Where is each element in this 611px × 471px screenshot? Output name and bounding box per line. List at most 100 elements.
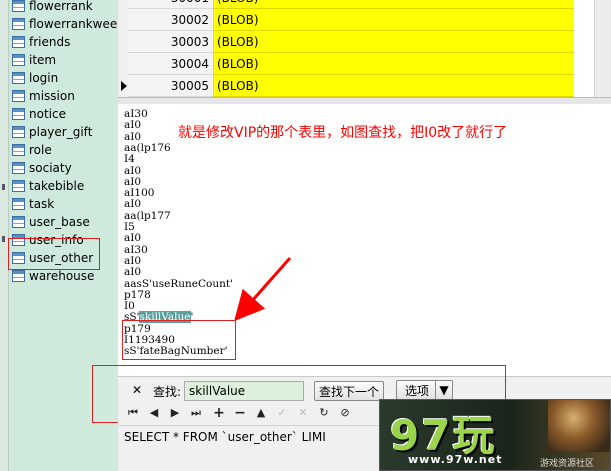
table-row[interactable]: 30005 (BLOB) xyxy=(118,75,611,98)
grid-vertical-scrollbar[interactable] xyxy=(594,0,611,97)
cancel-icon[interactable]: ✕ xyxy=(294,404,312,422)
tree-item-login[interactable]: login xyxy=(12,69,58,87)
editor-line-text: p178 xyxy=(124,288,151,301)
id-cell[interactable]: 30003 xyxy=(128,31,214,53)
tree-item-label: notice xyxy=(29,107,66,121)
editor-line-text: aI30 xyxy=(124,243,148,256)
tree-item-role[interactable]: role xyxy=(12,141,52,159)
blob-cell[interactable]: (BLOB) xyxy=(214,31,574,53)
editor-line-text: aI0 xyxy=(124,266,142,279)
stop-icon[interactable]: ⊘ xyxy=(336,404,354,422)
tree-item-task[interactable]: task xyxy=(12,195,54,213)
tree-item-label: player_gift xyxy=(29,125,93,139)
editor-line: aa(lp177 xyxy=(124,210,171,222)
tree-item-label: login xyxy=(29,71,59,85)
editor-line: aI0 xyxy=(124,176,141,188)
tree-item-flowerrankwee[interactable]: flowerrankwee xyxy=(12,15,117,33)
id-cell[interactable]: 30005 xyxy=(128,75,214,97)
tree-item-player_gift[interactable]: player_gift xyxy=(12,123,92,141)
editor-line-text: I5 xyxy=(124,221,135,233)
editor-line-text: aI0 xyxy=(124,198,142,211)
skillvalue-highlight-box xyxy=(122,320,236,360)
editor-line-text: aI30 xyxy=(124,108,148,120)
editor-line: aI100 xyxy=(124,187,154,199)
editor-line-text: aa(lp176 xyxy=(124,141,171,154)
user-other-highlight-box xyxy=(8,238,100,270)
tree-item-item[interactable]: item xyxy=(12,51,56,69)
tree-item-user_base[interactable]: user_base xyxy=(12,213,90,231)
editor-line-text: aI0 xyxy=(124,232,142,245)
editor-line-text: aI0 xyxy=(124,119,142,132)
tree-item-notice[interactable]: notice xyxy=(12,105,66,123)
blob-cell[interactable]: (BLOB) xyxy=(214,53,574,75)
table-icon xyxy=(12,72,25,84)
previous-record-icon[interactable]: ◀ xyxy=(145,404,163,422)
tree-item-label: flowerrankwee xyxy=(29,17,118,31)
tree-item-label: item xyxy=(29,53,57,67)
editor-line: aI0 xyxy=(124,255,141,267)
editor-line-text: I4 xyxy=(124,153,135,166)
tree-item-label: flowerrank xyxy=(29,0,93,13)
table-icon xyxy=(12,18,25,30)
editor-line-text: aasS'useRuneCount' xyxy=(124,277,233,290)
table-row[interactable]: 30003 (BLOB) xyxy=(118,31,611,54)
result-grid: 30001(BLOB)30002(BLOB)30003(BLOB)30004(B… xyxy=(118,0,611,98)
table-icon xyxy=(12,198,25,210)
editor-line-text: aI0 xyxy=(124,175,142,188)
tree-item-label: takebible xyxy=(29,179,85,193)
tree-item-flowerrank[interactable]: flowerrank xyxy=(12,0,93,15)
site-logo: 97玩 www.97w.net 游戏资源社区 xyxy=(379,399,611,471)
editor-line: I0 xyxy=(124,300,135,312)
tree-item-sociaty[interactable]: sociaty xyxy=(12,159,72,177)
editor-line: I4 xyxy=(124,153,135,165)
tree-item-label: user_base xyxy=(29,215,90,229)
tree-item-label: task xyxy=(29,197,55,211)
blob-cell[interactable]: (BLOB) xyxy=(214,0,574,9)
last-record-icon[interactable]: ⏭ xyxy=(187,404,205,422)
editor-line-text: aI0 xyxy=(124,164,142,177)
table-row[interactable]: 30004 (BLOB) xyxy=(118,53,611,76)
id-cell[interactable]: 30001 xyxy=(128,0,214,9)
table-icon xyxy=(12,54,25,66)
tree-item-friends[interactable]: friends xyxy=(12,33,70,51)
logo-tagline: 游戏资源社区 xyxy=(540,459,595,469)
move-up-icon[interactable]: ▲ xyxy=(252,404,270,422)
editor-line: aI30 xyxy=(124,108,148,120)
editor-line: aI0 xyxy=(124,232,141,244)
next-record-icon[interactable]: ▶ xyxy=(166,404,184,422)
add-record-icon[interactable]: + xyxy=(210,404,228,422)
table-icon xyxy=(12,270,25,282)
tree-item-mission[interactable]: mission xyxy=(12,87,75,105)
tree-item-label: role xyxy=(29,143,52,157)
editor-line: aI0 xyxy=(124,165,141,177)
id-cell[interactable]: 30004 xyxy=(128,53,214,75)
tree-item-label: mission xyxy=(29,89,75,103)
refresh-icon[interactable]: ↻ xyxy=(315,404,333,422)
editor-line-text: aa(lp177 xyxy=(124,209,171,222)
tree-item-takebible[interactable]: takebible xyxy=(12,177,84,195)
editor-line: aa(lp176 xyxy=(124,142,171,154)
logo-url: www.97w.net xyxy=(408,453,503,466)
tree-grip-mark xyxy=(2,236,5,242)
tree-item-label: warehouse xyxy=(29,269,95,283)
blob-cell[interactable]: (BLOB) xyxy=(214,75,574,97)
table-row[interactable]: 30002 (BLOB) xyxy=(118,9,611,32)
tree-item-label: sociaty xyxy=(29,161,72,175)
id-cell[interactable]: 30002 xyxy=(128,9,214,31)
table-row[interactable]: 30001(BLOB) xyxy=(118,0,611,10)
annotation-text: 就是修改VIP的那个表里，如图查找，把I0改了就行了 xyxy=(178,125,508,141)
table-icon xyxy=(12,36,25,48)
editor-line: aI30 xyxy=(124,244,148,256)
confirm-icon[interactable]: ✓ xyxy=(273,404,291,422)
editor-line: aI0 xyxy=(124,131,141,143)
editor-line-text: aI0 xyxy=(124,130,142,143)
first-record-icon[interactable]: ⏮ xyxy=(124,404,142,422)
table-icon xyxy=(12,162,25,174)
delete-record-icon[interactable]: − xyxy=(231,404,249,422)
editor-line: p178 xyxy=(124,289,151,301)
table-icon xyxy=(12,90,25,102)
editor-line: aasS'useRuneCount' xyxy=(124,278,233,290)
table-icon xyxy=(12,216,25,228)
editor-line: aI0 xyxy=(124,266,141,278)
blob-cell[interactable]: (BLOB) xyxy=(214,9,574,31)
